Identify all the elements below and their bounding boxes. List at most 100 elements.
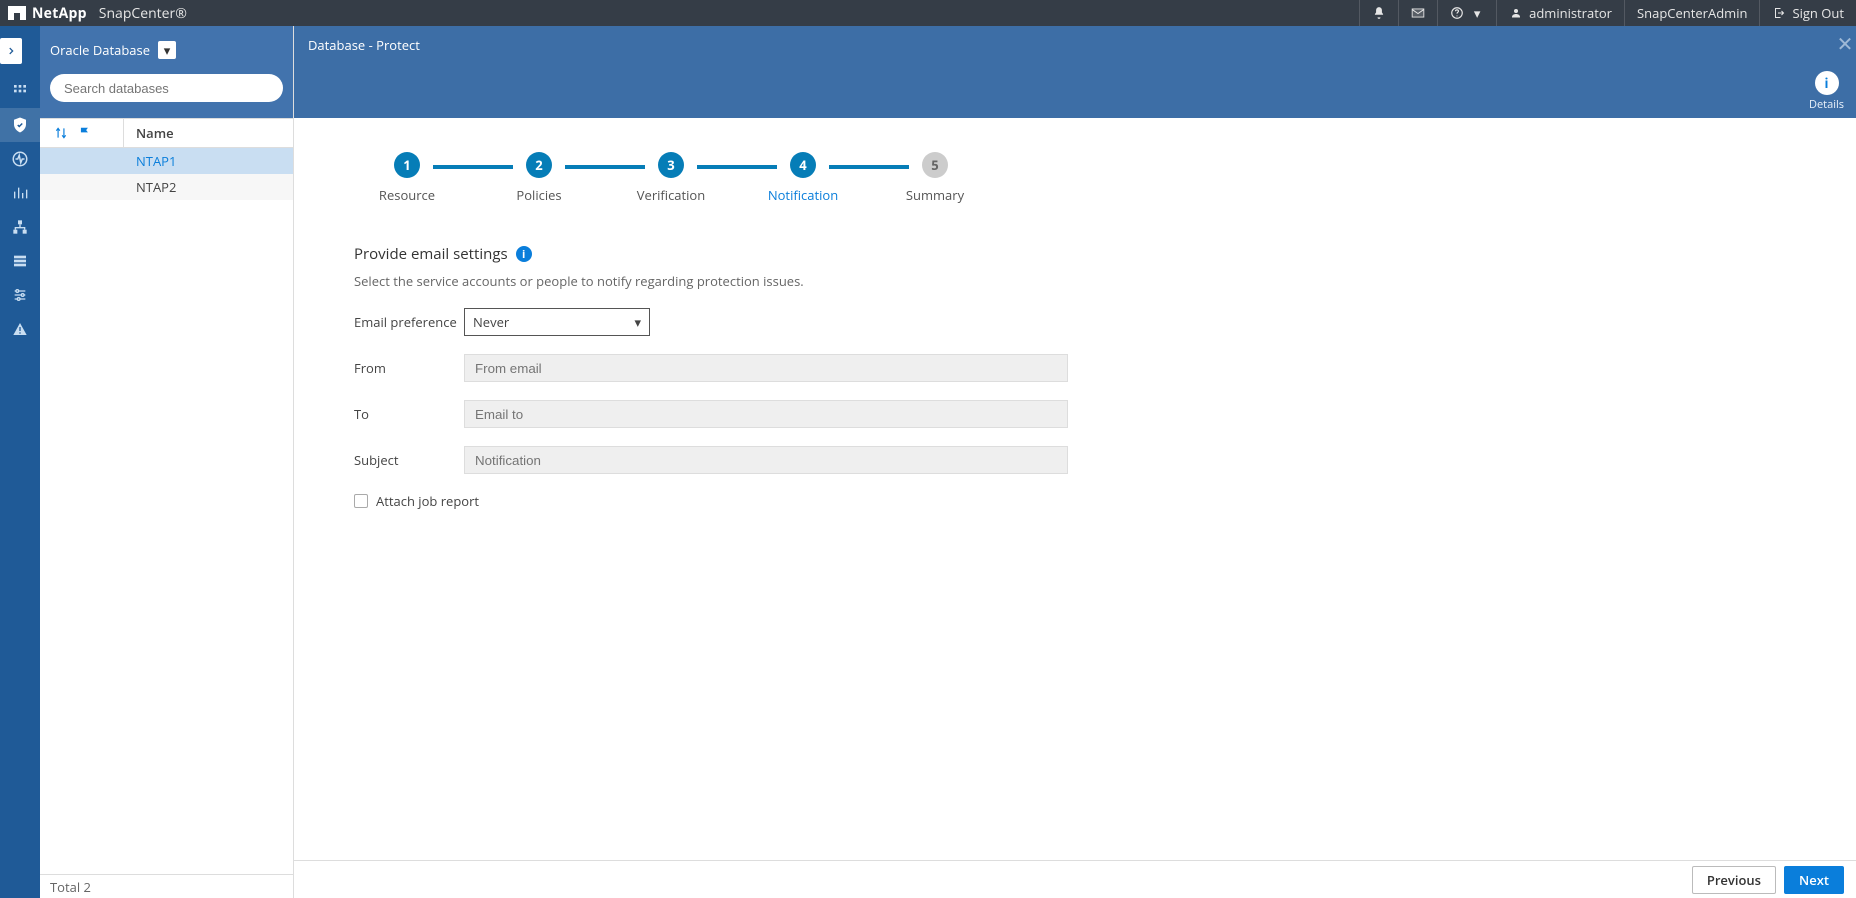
search-input[interactable] — [50, 74, 283, 102]
list-item[interactable]: NTAP2 — [40, 174, 293, 200]
step-policies[interactable]: 2 Policies — [486, 152, 592, 204]
list-header-name[interactable]: Name — [124, 124, 174, 142]
mail-icon — [1411, 6, 1425, 20]
details-label: Details — [1809, 97, 1844, 112]
list-header: Name — [40, 118, 293, 148]
page-title: Database - Protect — [308, 36, 420, 54]
step-number: 2 — [526, 152, 552, 178]
step-notification[interactable]: 4 Notification — [750, 152, 856, 204]
list-header-icons[interactable] — [40, 119, 124, 147]
resource-sidebar: Oracle Database ▾ Name NTAP1 NTAP2 — [40, 26, 294, 898]
help-icon — [1450, 6, 1464, 20]
list-item-name: NTAP1 — [124, 152, 176, 170]
signout-icon — [1772, 6, 1786, 20]
step-label: Policies — [516, 186, 561, 204]
step-number: 5 — [922, 152, 948, 178]
step-number: 4 — [790, 152, 816, 178]
row-from: From — [354, 354, 1094, 382]
label-email-pref: Email preference — [354, 313, 464, 331]
sort-icon — [54, 126, 68, 140]
rail-hosts[interactable] — [0, 210, 40, 244]
user-button[interactable]: administrator — [1496, 0, 1624, 26]
row-subject: Subject — [354, 446, 1094, 474]
netapp-logo-icon — [8, 6, 26, 20]
storage-icon — [12, 253, 28, 269]
signout-button[interactable]: Sign Out — [1759, 0, 1856, 26]
user-label: administrator — [1529, 4, 1612, 22]
search-wrap — [40, 74, 293, 118]
main-header: Database - Protect ✕ i Details — [294, 26, 1856, 118]
activity-icon — [11, 150, 29, 168]
signout-label: Sign Out — [1792, 4, 1844, 22]
chevron-down-icon: ▾ — [634, 313, 641, 331]
left-rail — [0, 26, 40, 898]
main: Database - Protect ✕ i Details 1 Resourc… — [294, 26, 1856, 898]
resource-list: NTAP1 NTAP2 — [40, 148, 293, 874]
details-button[interactable]: i Details — [1809, 71, 1844, 112]
close-icon: ✕ — [1837, 30, 1854, 57]
next-button[interactable]: Next — [1784, 866, 1844, 894]
user-icon — [1509, 6, 1523, 20]
shell: Oracle Database ▾ Name NTAP1 NTAP2 — [0, 26, 1856, 898]
rail-reports[interactable] — [0, 176, 40, 210]
step-number: 1 — [394, 152, 420, 178]
scope-dropdown-button[interactable]: ▾ — [158, 41, 176, 59]
select-value: Never — [473, 313, 509, 331]
chevron-down-icon: ▾ — [164, 41, 171, 59]
step-label: Resource — [379, 186, 435, 204]
scope-label: SnapCenterAdmin — [1637, 4, 1747, 22]
chevron-down-icon: ▾ — [1470, 6, 1484, 20]
attach-label: Attach job report — [376, 492, 479, 510]
info-icon: i — [1815, 71, 1839, 95]
rail-apps[interactable] — [0, 74, 40, 108]
row-attach[interactable]: Attach job report — [354, 492, 1094, 510]
bell-icon — [1372, 6, 1386, 20]
step-number: 3 — [658, 152, 684, 178]
form-title: Provide email settings — [354, 244, 508, 264]
chevron-right-icon — [6, 46, 16, 56]
apps-icon — [12, 83, 28, 99]
notifications-button[interactable] — [1359, 0, 1398, 26]
flag-icon — [78, 126, 92, 140]
shield-icon — [11, 116, 29, 134]
chart-icon — [12, 185, 28, 201]
subject-input[interactable] — [464, 446, 1068, 474]
previous-button[interactable]: Previous — [1692, 866, 1776, 894]
rail-expand-button[interactable] — [0, 38, 22, 64]
to-input[interactable] — [464, 400, 1068, 428]
step-resource[interactable]: 1 Resource — [354, 152, 460, 204]
alert-icon — [12, 321, 28, 337]
info-icon[interactable]: i — [516, 246, 532, 262]
from-input[interactable] — [464, 354, 1068, 382]
rail-alerts[interactable] — [0, 312, 40, 346]
email-pref-select[interactable]: Never ▾ — [464, 308, 650, 336]
step-verification[interactable]: 3 Verification — [618, 152, 724, 204]
step-label: Notification — [768, 186, 838, 204]
hosts-icon — [12, 219, 28, 235]
settings-icon — [12, 287, 28, 303]
list-item[interactable]: NTAP1 — [40, 148, 293, 174]
sidebar-header: Oracle Database ▾ — [40, 26, 293, 74]
brand-block: NetApp SnapCenter® — [8, 4, 187, 23]
scope-button[interactable]: SnapCenterAdmin — [1624, 0, 1759, 26]
step-summary[interactable]: 5 Summary — [882, 152, 988, 204]
product-name: SnapCenter® — [99, 4, 187, 23]
form-title-row: Provide email settings i — [354, 244, 1094, 264]
close-button[interactable]: ✕ — [1834, 32, 1856, 54]
messages-button[interactable] — [1398, 0, 1437, 26]
rail-settings[interactable] — [0, 278, 40, 312]
row-to: To — [354, 400, 1094, 428]
step-label: Verification — [637, 186, 705, 204]
sidebar-scope-label: Oracle Database — [50, 41, 150, 59]
attach-checkbox[interactable] — [354, 494, 368, 508]
brand-name: NetApp — [32, 4, 87, 23]
rail-resources[interactable] — [0, 108, 40, 142]
rail-storage[interactable] — [0, 244, 40, 278]
list-item-name: NTAP2 — [124, 178, 176, 196]
label-from: From — [354, 359, 464, 377]
help-button[interactable]: ▾ — [1437, 0, 1496, 26]
top-bar: NetApp SnapCenter® ▾ administrator SnapC… — [0, 0, 1856, 26]
form-area: Provide email settings i Select the serv… — [354, 244, 1094, 510]
row-email-pref: Email preference Never ▾ — [354, 308, 1094, 336]
rail-monitor[interactable] — [0, 142, 40, 176]
